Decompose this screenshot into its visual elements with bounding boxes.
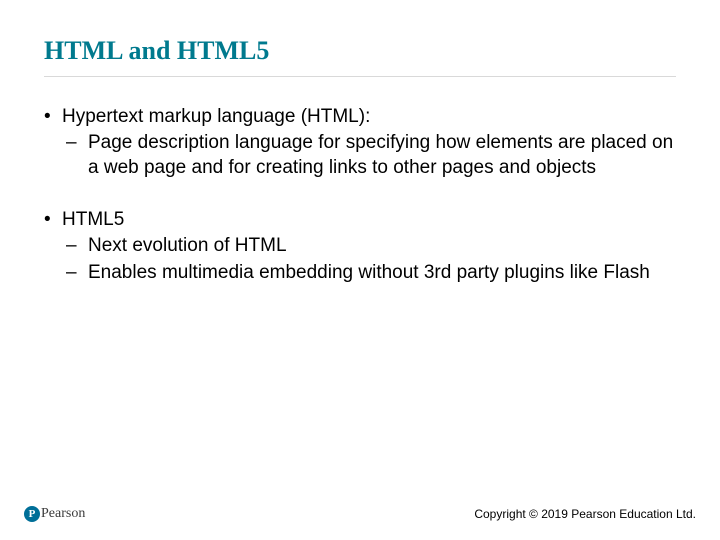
sub-bullet-item: Next evolution of HTML xyxy=(88,234,676,258)
sub-bullet-item: Page description language for specifying… xyxy=(88,131,676,180)
bullet-item: Hypertext markup language (HTML): Page d… xyxy=(62,105,676,180)
bullet-text: Hypertext markup language (HTML): xyxy=(62,106,370,127)
slide-content: Hypertext markup language (HTML): Page d… xyxy=(44,105,676,285)
footer: P Pearson Copyright © 2019 Pearson Educa… xyxy=(0,506,720,522)
pearson-logo-icon: P xyxy=(24,506,40,522)
pearson-logo: P Pearson xyxy=(24,506,85,522)
bullet-item: HTML5 Next evolution of HTML Enables mul… xyxy=(62,208,676,285)
sub-bullet-text: Enables multimedia embedding without 3rd… xyxy=(88,262,650,283)
pearson-logo-text: Pearson xyxy=(41,506,85,522)
sub-bullet-item: Enables multimedia embedding without 3rd… xyxy=(88,261,676,285)
copyright-text: Copyright © 2019 Pearson Education Ltd. xyxy=(474,507,696,521)
sub-bullet-text: Page description language for specifying… xyxy=(88,132,673,177)
sub-bullet-text: Next evolution of HTML xyxy=(88,235,287,256)
bullet-text: HTML5 xyxy=(62,209,124,230)
slide-title: HTML and HTML5 xyxy=(44,36,676,77)
slide: HTML and HTML5 Hypertext markup language… xyxy=(0,0,720,540)
